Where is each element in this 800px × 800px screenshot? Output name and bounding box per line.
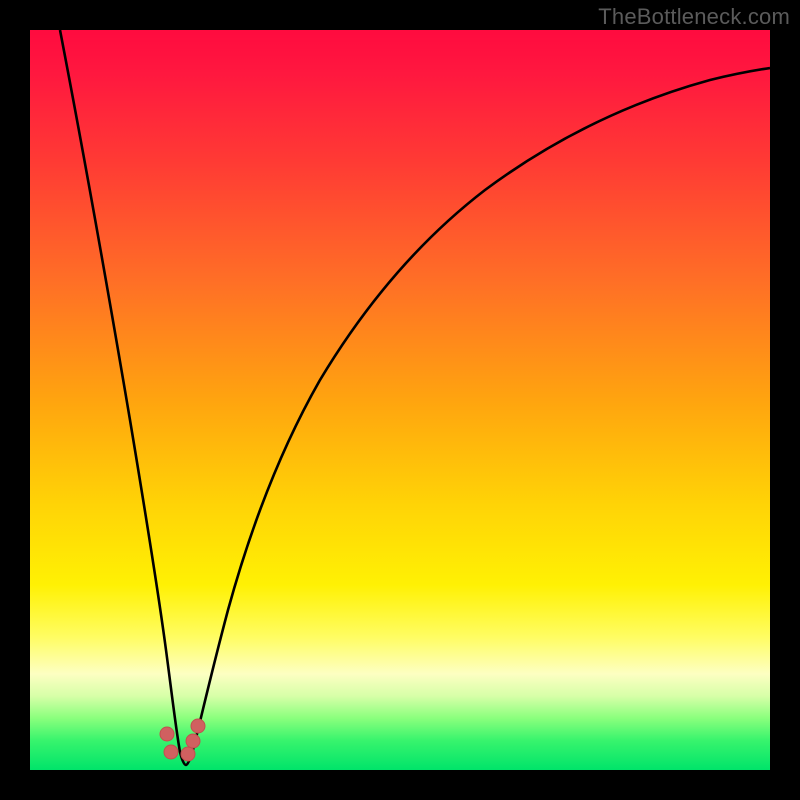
plot-area: [30, 30, 770, 770]
dip-markers: [160, 719, 205, 761]
bottleneck-curve: [60, 30, 770, 765]
dip-marker: [186, 734, 200, 748]
watermark-text: TheBottleneck.com: [598, 4, 790, 30]
outer-frame: TheBottleneck.com: [0, 0, 800, 800]
dip-marker: [191, 719, 205, 733]
dip-marker: [181, 747, 195, 761]
dip-marker: [160, 727, 174, 741]
curve-layer: [30, 30, 770, 770]
dip-marker: [164, 745, 178, 759]
